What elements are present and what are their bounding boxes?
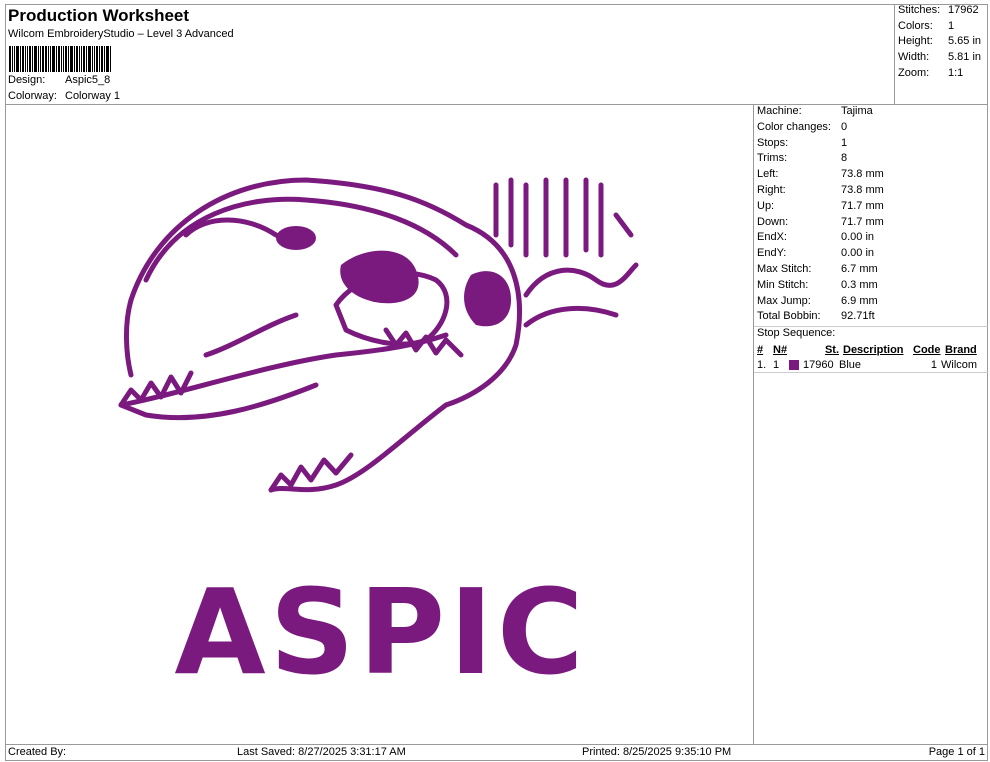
color-swatch bbox=[789, 359, 799, 370]
cell-num: 1. bbox=[757, 358, 767, 371]
detail-value: 1 bbox=[841, 136, 848, 149]
header: Production Worksheet Wilcom EmbroiderySt… bbox=[5, 4, 988, 105]
detail-label: Down: bbox=[757, 215, 789, 228]
detail-row: EndY: 0.00 in bbox=[754, 247, 988, 263]
detail-label: Total Bobbin: bbox=[757, 310, 821, 323]
barcode bbox=[9, 46, 139, 72]
detail-row: Stops: 1 bbox=[754, 137, 988, 153]
detail-label: Trims: bbox=[757, 152, 788, 165]
colorway: Colorway: Colorway 1 bbox=[8, 90, 120, 102]
cell-description: Blue bbox=[839, 358, 862, 371]
detail-label: Max Stitch: bbox=[757, 262, 812, 275]
detail-label: Left: bbox=[757, 168, 779, 181]
detail-value: 0.00 in bbox=[841, 231, 875, 244]
colorway-label: Colorway: bbox=[8, 90, 57, 102]
summary-stats: Stitches: 17962 Colors: 1 Height: 5.65 in W… bbox=[894, 4, 988, 104]
details-panel: Machine: Tajima Color changes: 0 Stops: 1 Trim… bbox=[753, 105, 988, 744]
skull-fill-areas bbox=[276, 226, 511, 327]
stat-label: Width: bbox=[898, 51, 930, 64]
col-code: Code bbox=[913, 343, 941, 356]
detail-row: Color changes: 0 bbox=[754, 121, 988, 137]
embroidery-design: ASPIC bbox=[118, 177, 639, 701]
cell-st: 17960 bbox=[803, 358, 834, 371]
created-by: Created By: bbox=[8, 746, 67, 758]
col-brand: Brand bbox=[945, 343, 977, 356]
stat-label: Height: bbox=[898, 35, 933, 48]
cell-n: 1 bbox=[773, 358, 780, 371]
detail-label: Machine: bbox=[757, 105, 802, 117]
design-label: Design: bbox=[8, 74, 46, 86]
col-description: Description bbox=[843, 343, 904, 356]
detail-value: 0 bbox=[841, 120, 848, 133]
detail-row: Up: 71.7 mm bbox=[754, 200, 988, 216]
detail-value: Tajima bbox=[841, 105, 873, 117]
detail-row: Min Stitch: 0.3 mm bbox=[754, 279, 988, 295]
detail-value: 8 bbox=[841, 152, 848, 165]
col-st: St. bbox=[824, 343, 839, 356]
detail-label: EndY: bbox=[757, 247, 787, 260]
page-title: Production Worksheet bbox=[8, 6, 190, 25]
stat-row: Width: 5.81 in bbox=[895, 51, 988, 67]
detail-row: Trims: 8 bbox=[754, 152, 988, 168]
detail-label: Min Stitch: bbox=[757, 278, 809, 291]
detail-label: Up: bbox=[757, 199, 775, 212]
stat-row: Zoom: 1:1 bbox=[895, 67, 988, 83]
detail-value: 71.7 mm bbox=[841, 199, 884, 212]
table-row: 1. 1 17960 Blue 1 Wilcom bbox=[754, 358, 988, 373]
detail-label: Stops: bbox=[757, 136, 789, 149]
design-name: Design: Aspic5_8 bbox=[8, 74, 110, 86]
detail-value: 73.8 mm bbox=[841, 168, 884, 181]
page-number: Page 1 of 1 bbox=[928, 746, 985, 758]
detail-value: 6.9 mm bbox=[841, 294, 878, 307]
cell-brand: Wilcom bbox=[941, 358, 978, 371]
detail-label: EndX: bbox=[757, 231, 787, 244]
detail-value: 0.3 mm bbox=[841, 278, 878, 291]
detail-value: 71.7 mm bbox=[841, 215, 884, 228]
stat-label: Stitches: bbox=[898, 4, 941, 16]
detail-label: Max Jump: bbox=[757, 294, 811, 307]
detail-row: Down: 71.7 mm bbox=[754, 216, 988, 232]
col-n: N# bbox=[773, 343, 788, 356]
last-saved: Last Saved: 8/27/2025 3:31:17 AM bbox=[237, 746, 406, 758]
stat-label: Zoom: bbox=[898, 66, 930, 79]
detail-row: Total Bobbin: 92.71ft bbox=[754, 310, 988, 326]
detail-value: 6.7 mm bbox=[841, 262, 878, 275]
detail-value: 0.00 in bbox=[841, 247, 875, 260]
stat-label: Colors: bbox=[898, 19, 933, 32]
col-num: # bbox=[757, 343, 764, 356]
snake-skull-outline bbox=[118, 177, 639, 493]
design-value: Aspic5_8 bbox=[65, 74, 111, 86]
stat-row: Colors: 1 bbox=[895, 20, 988, 36]
stat-value: 17962 bbox=[948, 4, 979, 16]
detail-row: Left: 73.8 mm bbox=[754, 168, 988, 184]
software-name: Wilcom EmbroideryStudio – Level 3 Advanc… bbox=[8, 28, 234, 40]
colorway-value: Colorway 1 bbox=[65, 90, 121, 102]
stop-sequence-header: # N# St. Description Code Brand bbox=[754, 342, 988, 358]
stop-sequence-title: Stop Sequence: bbox=[754, 326, 988, 342]
detail-label: Right: bbox=[757, 183, 786, 196]
printed-date: Printed: 8/25/2025 9:35:10 PM bbox=[582, 746, 732, 758]
stat-value: 1:1 bbox=[948, 66, 964, 79]
stat-value: 1 bbox=[948, 19, 955, 32]
design-lettering: ASPIC bbox=[174, 563, 587, 701]
cell-code: 1 bbox=[930, 358, 937, 371]
stat-value: 5.81 in bbox=[948, 51, 982, 64]
detail-row: Right: 73.8 mm bbox=[754, 184, 988, 200]
detail-row: Machine: Tajima bbox=[754, 105, 988, 121]
detail-label: Color changes: bbox=[757, 120, 831, 133]
stat-value: 5.65 in bbox=[948, 35, 982, 48]
footer: Created By: Last Saved: 8/27/2025 3:31:1… bbox=[5, 744, 988, 761]
detail-row: Max Jump: 6.9 mm bbox=[754, 295, 988, 311]
detail-row: EndX: 0.00 in bbox=[754, 231, 988, 247]
stat-row: Stitches: 17962 bbox=[895, 4, 988, 20]
detail-row: Max Stitch: 6.7 mm bbox=[754, 263, 988, 279]
design-preview: ASPIC bbox=[6, 105, 753, 744]
detail-value: 73.8 mm bbox=[841, 183, 884, 196]
stat-row: Height: 5.65 in bbox=[895, 35, 988, 51]
detail-value: 92.71ft bbox=[841, 310, 875, 323]
